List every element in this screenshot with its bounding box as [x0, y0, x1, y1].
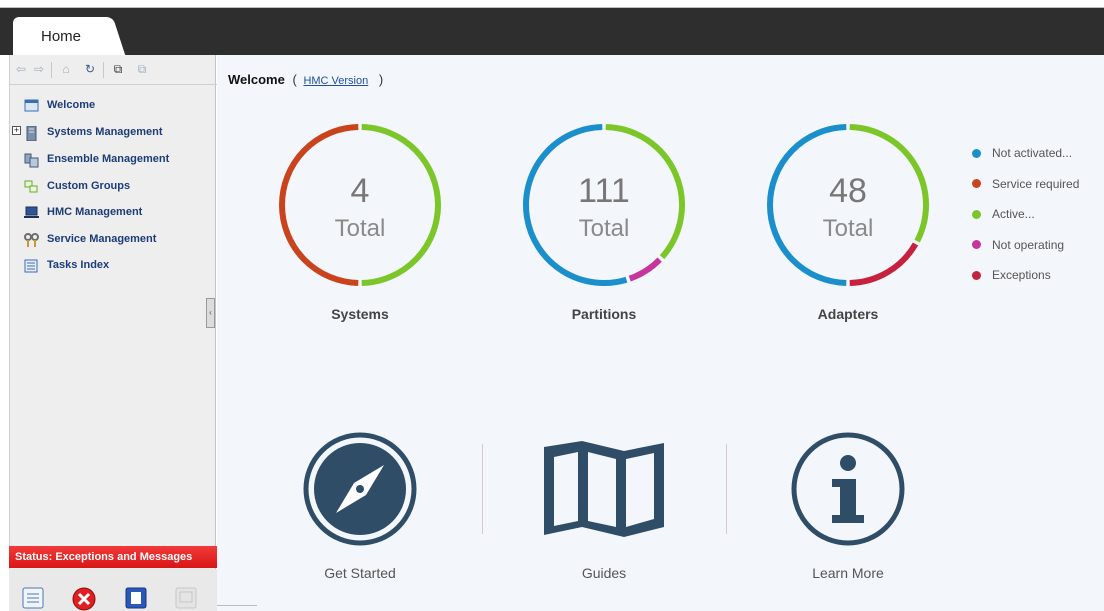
- list-icon: [24, 259, 39, 272]
- server-icon: [24, 125, 39, 141]
- link-divider: [482, 444, 483, 534]
- partitions-total-number: 111: [578, 172, 630, 210]
- guides-link[interactable]: Guides: [524, 565, 684, 581]
- legend-item-exceptions: Exceptions: [972, 260, 1079, 291]
- sidebar-item-label: Service Management: [47, 233, 157, 245]
- legend-item-service-required: Service required: [972, 169, 1079, 200]
- legend-dot: [972, 270, 981, 280]
- sidebar-item-label: Custom Groups: [47, 180, 131, 192]
- tab-home[interactable]: Home: [13, 17, 109, 55]
- sidebar-item-tasks-index[interactable]: Tasks Index: [24, 256, 109, 274]
- home-icon[interactable]: ⌂: [59, 63, 73, 76]
- compass-icon: [303, 432, 417, 546]
- status-icons: [9, 569, 217, 611]
- status-bar[interactable]: Status: Exceptions and Messages: [9, 546, 217, 568]
- sidebar-item-custom-groups[interactable]: Custom Groups: [24, 177, 130, 195]
- legend-dot: [972, 209, 981, 219]
- collapse-all-icon[interactable]: ⧉: [135, 63, 149, 76]
- link-divider: [726, 444, 727, 534]
- refresh-icon[interactable]: ↻: [83, 63, 97, 76]
- sidebar-item-label: Systems Management: [47, 126, 163, 138]
- partitions-label[interactable]: Partitions: [524, 306, 684, 322]
- legend-label: Not activated...: [992, 146, 1073, 161]
- back-arrow-icon[interactable]: ⇦: [14, 63, 28, 76]
- toolbar-divider: [103, 62, 104, 78]
- top-bar: [0, 8, 1104, 55]
- map-icon: [544, 441, 664, 537]
- sidebar-item-ensemble-management[interactable]: Ensemble Management: [24, 150, 169, 168]
- adapters-total-number: 48: [829, 172, 867, 210]
- learn-more-link[interactable]: Learn More: [768, 565, 928, 581]
- legend-label: Active...: [992, 207, 1035, 222]
- sidebar-item-systems-management[interactable]: Systems Management: [24, 123, 163, 141]
- notes-icon[interactable]: [125, 587, 147, 609]
- messages-list-icon[interactable]: [22, 587, 44, 609]
- guides-tile[interactable]: [542, 441, 666, 541]
- legend-item-not-activated: Not activated...: [972, 138, 1079, 169]
- sidebar-item-service-management[interactable]: Service Management: [24, 230, 156, 248]
- legend-label: Service required: [992, 176, 1080, 191]
- legend-label: Exceptions: [992, 268, 1051, 283]
- main-content: Welcome ( HMC Version ) 4 Total Systems …: [217, 55, 1104, 611]
- tools-icon: [24, 232, 39, 247]
- legend-label: Not operating: [992, 237, 1065, 252]
- legend-dot: [972, 148, 981, 158]
- sidebar-item-label: Ensemble Management: [47, 153, 170, 165]
- expand-toggle[interactable]: +: [12, 126, 21, 135]
- sidebar-item-welcome[interactable]: Welcome: [24, 96, 95, 114]
- status-legend: Not activated... Service required Active…: [972, 138, 1079, 291]
- sidebar-item-label: HMC Management: [47, 206, 143, 218]
- partitions-total-word: Total: [578, 215, 630, 242]
- footer-edge: [217, 605, 257, 611]
- forward-arrow-icon[interactable]: ⇨: [32, 63, 46, 76]
- window-top-edge: [0, 0, 1104, 8]
- legend-dot: [972, 240, 981, 250]
- sidebar-item-label: Welcome: [47, 99, 96, 111]
- adapters-total-word: Total: [822, 215, 874, 242]
- adapters-ring-segment-1: [849, 242, 919, 286]
- tab-home-label: Home: [41, 28, 82, 45]
- expand-all-icon[interactable]: ⧉: [111, 63, 125, 76]
- systems-label[interactable]: Systems: [280, 306, 440, 322]
- left-navigation: ⇦ ⇨ ⌂ ↻ ⧉ ⧉ Welcome + Systems Management…: [9, 55, 217, 611]
- disabled-window-icon: [175, 587, 197, 609]
- learn-more-tile[interactable]: [790, 431, 906, 547]
- window-icon: [24, 99, 39, 112]
- legend-item-not-operating: Not operating: [972, 230, 1079, 261]
- systems-total-number: 4: [350, 172, 370, 210]
- legend-dot: [972, 179, 981, 189]
- nav-toolbar: ⇦ ⇨ ⌂ ↻ ⧉ ⧉: [10, 55, 217, 85]
- partitions-ring-segment-1: [628, 257, 662, 282]
- exceptions-error-icon[interactable]: [72, 587, 96, 611]
- sidebar-item-hmc-management[interactable]: HMC Management: [24, 203, 142, 221]
- adapters-label[interactable]: Adapters: [768, 306, 928, 322]
- ensemble-icon: [24, 153, 39, 167]
- collapse-sidebar-handle[interactable]: ‹: [206, 298, 215, 328]
- groups-icon: [24, 180, 39, 193]
- info-icon: [791, 432, 905, 546]
- get-started-link[interactable]: Get Started: [280, 565, 440, 581]
- systems-total-word: Total: [334, 215, 386, 242]
- laptop-icon: [24, 206, 39, 219]
- status-label: Status: Exceptions and Messages: [15, 551, 193, 563]
- toolbar-divider: [51, 62, 52, 78]
- get-started-tile[interactable]: [302, 431, 418, 547]
- legend-item-active: Active...: [972, 199, 1079, 230]
- sidebar-item-label: Tasks Index: [47, 259, 110, 271]
